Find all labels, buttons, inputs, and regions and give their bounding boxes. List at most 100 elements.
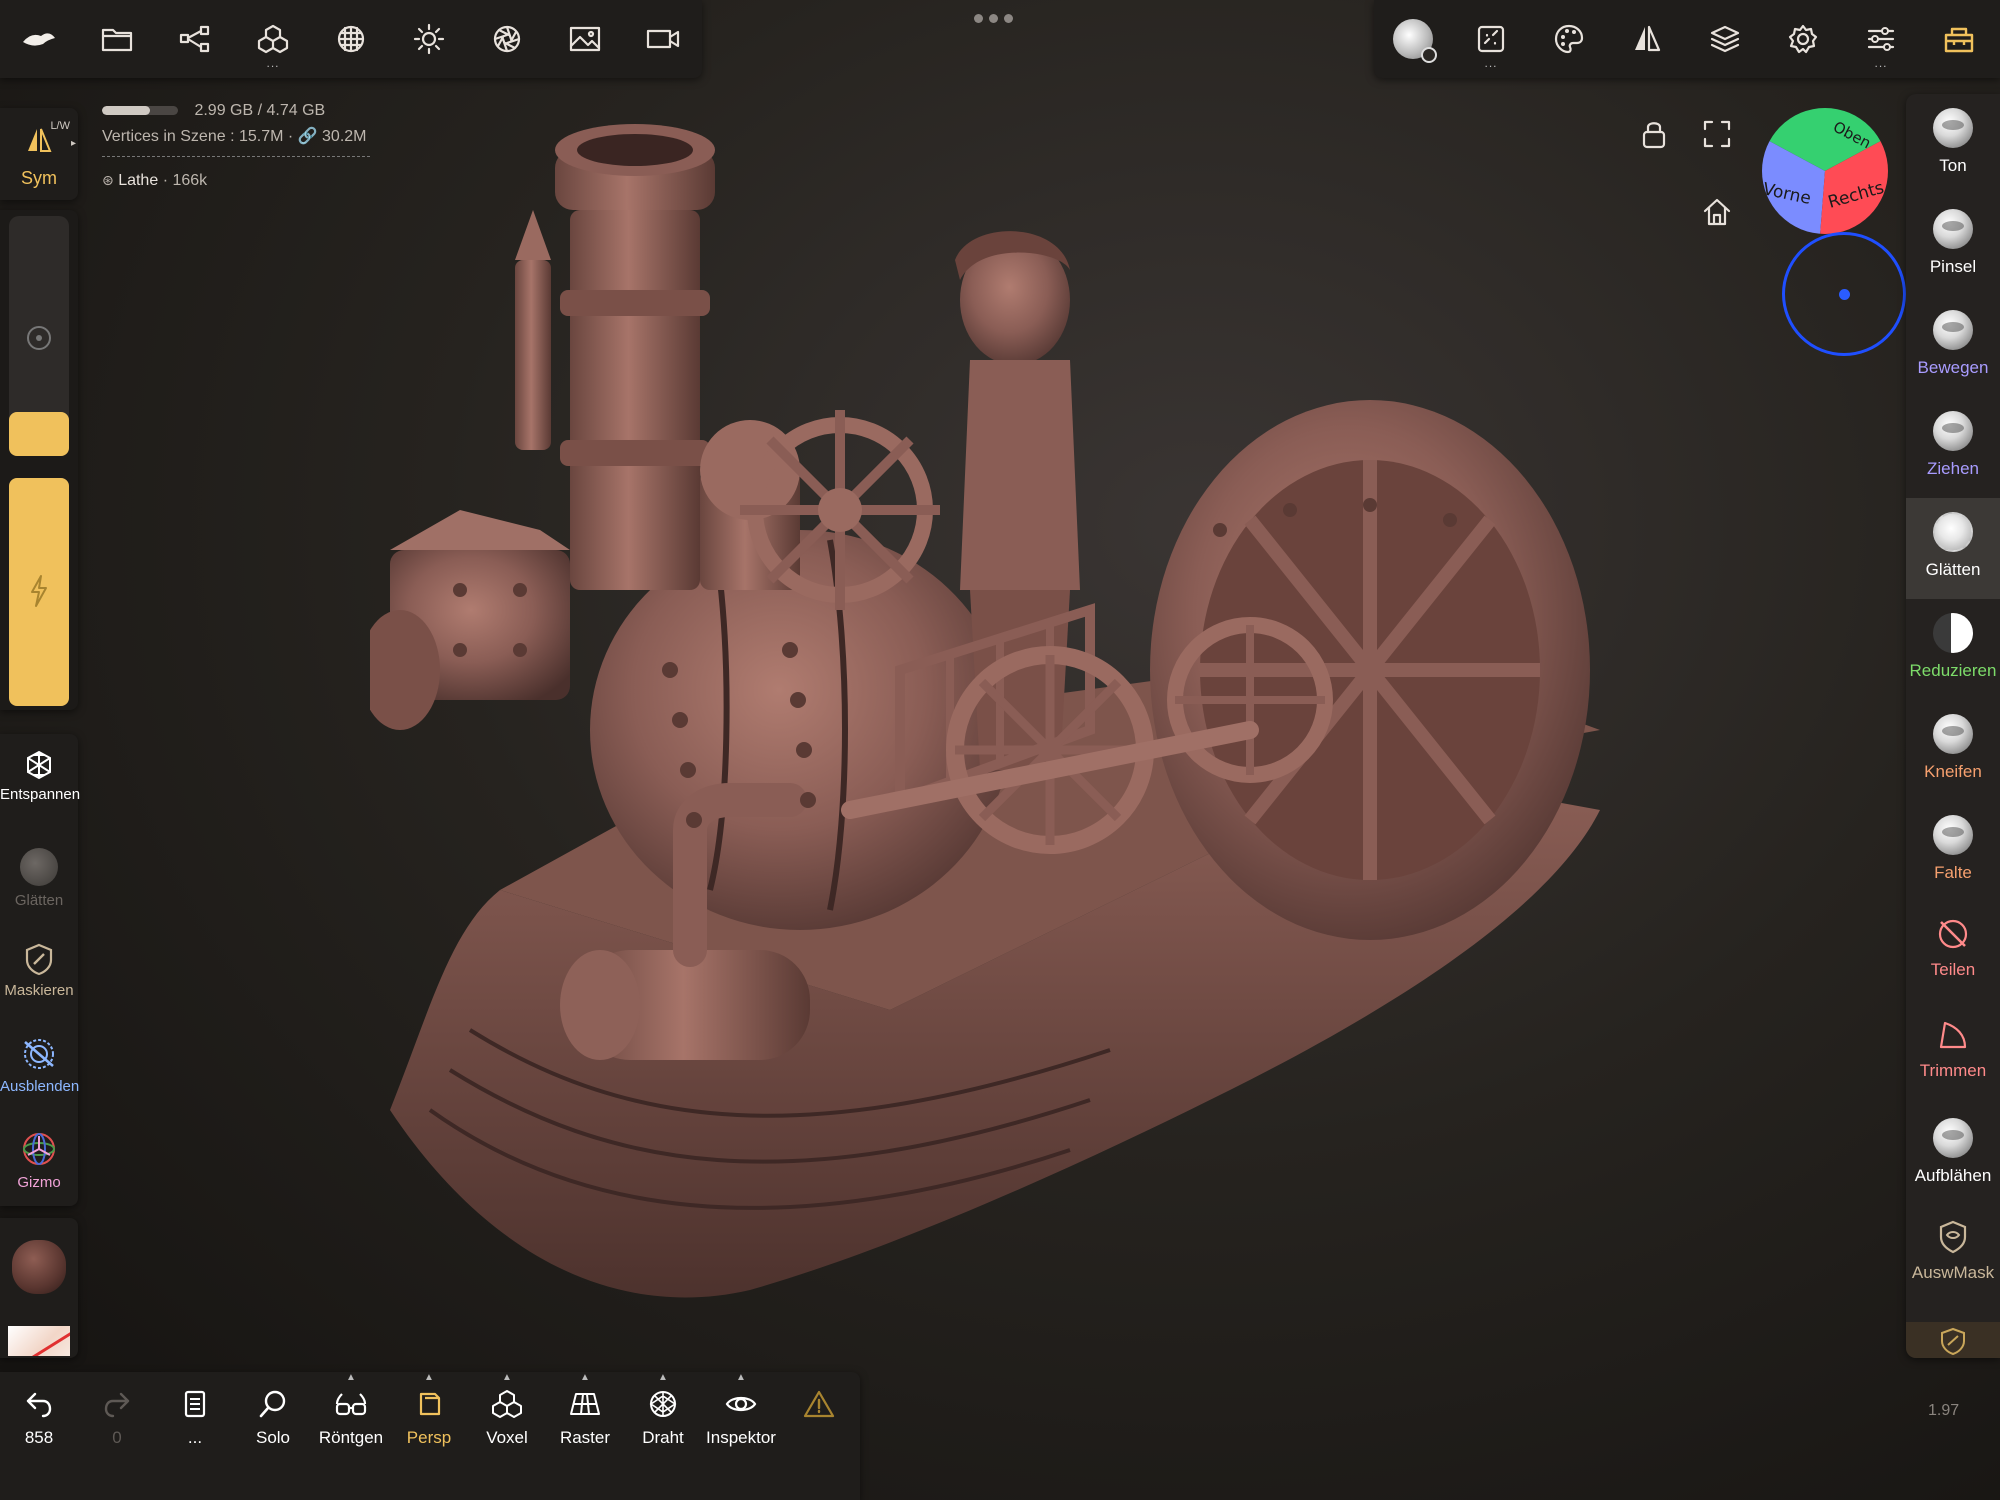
redo-count: 0 [112,1428,122,1447]
material-panel[interactable] [0,1218,78,1358]
cubes-more: ... [266,56,280,70]
tool-ziehen[interactable]: Ziehen [1906,397,2000,498]
wireframe-icon [649,1391,677,1417]
right-brush-toolbar: Ton Pinsel Bewegen Ziehen Glätten Reduzi… [1906,94,2000,1358]
more-menu-dots[interactable] [974,14,1013,23]
more-caret-icon: ▲ [658,1372,668,1383]
cubes-icon[interactable]: ... [234,0,312,78]
tool-pinsel[interactable]: Pinsel [1906,195,2000,296]
roentgen-label: Röntgen [318,1428,384,1447]
tool-label: Kneifen [1924,762,1982,781]
undo-button[interactable]: 858 [0,1372,78,1500]
sun-icon[interactable] [390,0,468,78]
voxel-button[interactable]: ▲ Voxel [468,1372,546,1500]
redo-icon [104,1392,130,1418]
version-label: 1.97 [1928,1402,1960,1419]
share-nodes-icon[interactable] [156,0,234,78]
trim-icon [1939,1021,1967,1049]
redo-button[interactable]: 0 [78,1372,156,1500]
tool-label: Falte [1934,863,1972,882]
smooth-ball-icon [20,848,58,886]
orbit-center-dot[interactable] [1839,289,1850,300]
settings-gear-icon[interactable] [1764,0,1842,78]
sliders-icon[interactable]: ... [1842,0,1920,78]
solo-button[interactable]: Solo [234,1372,312,1500]
memory-text: 2.99 GB / 4.74 GB [194,102,326,119]
tool-teilen[interactable]: Teilen [1906,902,2000,1003]
tool-reduzieren[interactable]: Reduzieren [1906,599,2000,700]
image-icon[interactable] [546,0,624,78]
tool-mask-partial[interactable] [1906,1322,2000,1358]
intensity-slider[interactable] [9,478,69,706]
aperture-icon[interactable] [468,0,546,78]
xray-glasses-icon [335,1393,367,1416]
symmetry-icon[interactable] [1608,0,1686,78]
radius-slider[interactable] [9,216,69,456]
object-row[interactable]: ⊛ Lathe · 166k [102,167,370,194]
brush-sliders-panel [0,210,78,710]
tool-auswmask[interactable]: AuswMask [1906,1205,2000,1306]
tool-label: Teilen [1930,960,1976,979]
tool-trimmen[interactable]: Trimmen [1906,1003,2000,1104]
lathe-icon: ⊛ [102,172,114,188]
toolbox-icon[interactable] [1920,0,1998,78]
hide-icon [24,1039,54,1069]
layers-icon[interactable] [1686,0,1764,78]
nomad-logo-icon[interactable] [0,0,78,78]
tool-kneifen[interactable]: Kneifen [1906,700,2000,801]
folder-icon[interactable] [78,0,156,78]
sym-badge: L/W [50,120,70,132]
symmetry-toggle[interactable]: L/W Sym ▸ [0,108,78,200]
grid-sphere-icon[interactable] [312,0,390,78]
home-icon[interactable] [1693,188,1741,236]
top-right-toolbar: ... ... [1374,0,2000,78]
fullscreen-icon[interactable] [1693,110,1741,158]
clay-sphere-icon [1933,108,1973,148]
more-caret-icon: ▲ [424,1372,434,1383]
history-button[interactable]: ... [156,1372,234,1500]
persp-label: Persp [406,1428,452,1447]
split-icon [1938,919,1968,949]
tool-label: Entspannen [0,786,81,803]
palette-icon[interactable] [1530,0,1608,78]
memory-row: 2.99 GB / 4.74 GB [102,98,370,124]
orbit-control[interactable] [1782,232,1906,356]
sliders-more: ... [1874,56,1888,70]
tool-falte[interactable]: Falte [1906,801,2000,902]
history-icon [184,1390,206,1418]
crease-sphere-icon [1933,815,1973,855]
roentgen-button[interactable]: ▲ Röntgen [312,1372,390,1500]
scene-info: 2.99 GB / 4.74 GB Vertices in Szene : 15… [102,98,370,194]
video-camera-icon[interactable] [624,0,702,78]
raster-button[interactable]: ▲ Raster [546,1372,624,1500]
tool-glaetten-right[interactable]: Glätten [1906,498,2000,599]
brush-sphere-icon [1933,209,1973,249]
lock-icon[interactable] [1630,110,1678,158]
material-preview-ball[interactable] [12,1240,66,1294]
tool-glaetten[interactable]: Glätten [0,848,78,909]
warning-button[interactable] [780,1372,858,1500]
draht-button[interactable]: ▲ Draht [624,1372,702,1500]
tool-ton[interactable]: Ton [1906,94,2000,195]
inspektor-button[interactable]: ▲ Inspektor [702,1372,780,1500]
tool-entspannen[interactable]: Entspannen [0,750,81,803]
tool-label: AuswMask [1911,1263,1995,1282]
tool-bewegen[interactable]: Bewegen [1906,296,2000,397]
tool-label: Bewegen [1917,358,1989,377]
tool-aufblaehen[interactable]: Aufblähen [1906,1104,2000,1205]
view-cube[interactable]: Oben Vorne Rechts [1760,106,1890,236]
tool-maskieren[interactable]: Maskieren [0,942,78,999]
tool-ausblenden[interactable]: Ausblenden [0,1036,79,1095]
tool-label: Trimmen [1919,1061,1987,1080]
material-swatch[interactable] [8,1326,70,1356]
steam-boat-model[interactable] [370,110,1640,1340]
stroke-icon[interactable]: ... [1452,0,1530,78]
left-tools-panel: Entspannen Glätten Maskieren Ausblenden … [0,734,81,1206]
tool-label: Glätten [14,892,64,909]
brush-settings-icon[interactable] [1374,0,1452,78]
radius-slider-fill [9,412,69,456]
tool-label: Ziehen [1927,459,1979,478]
memory-bar [102,106,178,116]
persp-button[interactable]: ▲ Persp [390,1372,468,1500]
tool-gizmo[interactable]: Gizmo [0,1130,78,1191]
